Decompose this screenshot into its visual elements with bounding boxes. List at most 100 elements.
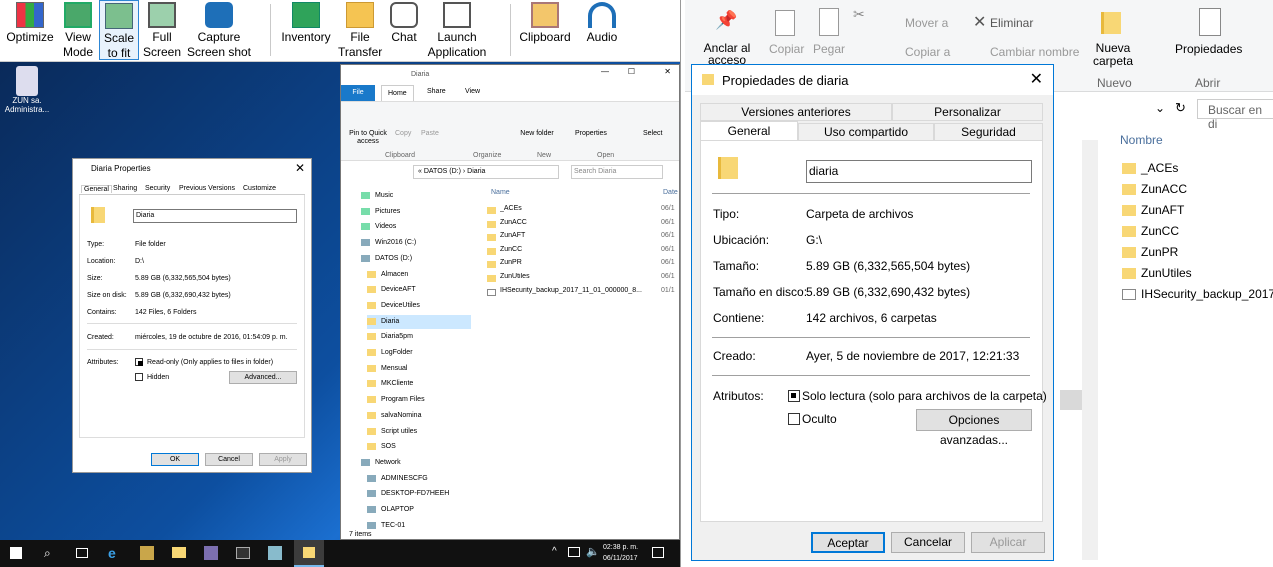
- audio-button[interactable]: Audio: [580, 0, 624, 60]
- tab-sharing[interactable]: Uso compartido: [798, 123, 934, 141]
- properties-button[interactable]: Properties: [575, 130, 607, 137]
- file-row[interactable]: _ACEs 06/1: [487, 205, 679, 218]
- nav-item[interactable]: Script utiles: [367, 425, 471, 439]
- cut-icon[interactable]: ✂: [853, 6, 865, 23]
- tab-home[interactable]: Home: [381, 85, 414, 101]
- nav-item[interactable]: ADMINESCFG: [367, 472, 471, 486]
- full-screen-button[interactable]: Full Screen: [142, 0, 182, 60]
- file-transfer-button[interactable]: File Transfer: [338, 0, 382, 60]
- ok-button[interactable]: OK: [151, 453, 199, 466]
- clock-time[interactable]: 02:38 p. m.: [603, 544, 638, 551]
- copy-to-button[interactable]: Copiar a: [905, 45, 950, 59]
- accept-button[interactable]: Aceptar: [811, 532, 885, 553]
- column-name[interactable]: Name: [491, 189, 510, 196]
- file-row[interactable]: ZunCC: [1118, 221, 1273, 241]
- file-row[interactable]: ZunCC 06/1: [487, 246, 679, 259]
- copy-button[interactable]: Copiar: [769, 42, 804, 56]
- folder-name-field[interactable]: Diaria: [133, 209, 297, 223]
- file-row[interactable]: ZunAFT: [1118, 200, 1273, 220]
- tab-file[interactable]: File: [341, 85, 375, 101]
- tab-general[interactable]: General: [700, 121, 798, 141]
- nav-item[interactable]: LogFolder: [367, 346, 471, 360]
- address-bar[interactable]: « DATOS (D:) › Diaria: [413, 165, 559, 179]
- close-icon[interactable]: ✕: [664, 67, 671, 76]
- new-folder-button[interactable]: Nueva carpeta: [1091, 42, 1135, 68]
- ie-icon[interactable]: e: [108, 545, 116, 561]
- file-row[interactable]: IHSecurity_backup_2017_: [1118, 284, 1273, 304]
- tab-share[interactable]: Share: [427, 88, 446, 95]
- nav-item[interactable]: Music: [361, 189, 471, 203]
- pin-button[interactable]: Pin to Quick access: [345, 130, 391, 146]
- tab-previous-versions[interactable]: Previous Versions: [179, 185, 235, 192]
- maximize-icon[interactable]: ☐: [628, 67, 635, 76]
- file-row[interactable]: ZunPR: [1118, 242, 1273, 262]
- apply-button[interactable]: Apply: [259, 453, 307, 466]
- file-row[interactable]: ZunACC 06/1: [487, 219, 679, 232]
- nav-item[interactable]: Diaria: [367, 314, 471, 329]
- search-icon[interactable]: ⌕: [44, 546, 51, 561]
- tools-icon[interactable]: [140, 546, 154, 560]
- select-button[interactable]: Select: [643, 130, 662, 137]
- network-icon[interactable]: [568, 547, 580, 557]
- chat-button[interactable]: Chat: [384, 0, 424, 60]
- file-row[interactable]: ZunPR 06/1: [487, 259, 679, 272]
- tray-up-icon[interactable]: ^: [552, 546, 557, 557]
- pin-quick-access-button[interactable]: Anclar al acceso rápido: [699, 42, 755, 64]
- scale-to-fit-button[interactable]: Scale to fit: [99, 0, 139, 60]
- nav-item[interactable]: TEC-01: [367, 519, 471, 533]
- hidden-checkbox[interactable]: [135, 373, 143, 381]
- tab-general[interactable]: General: [81, 185, 112, 193]
- nav-item[interactable]: Mensual: [367, 362, 471, 376]
- desktop-icon-admin[interactable]: ZUN sa. Administra...: [2, 66, 52, 114]
- apply-button[interactable]: Aplicar: [971, 532, 1045, 553]
- paste-button[interactable]: Pegar: [813, 42, 845, 56]
- clock-date[interactable]: 06/11/2017: [603, 555, 638, 562]
- windows-start-icon[interactable]: [10, 547, 22, 559]
- notifications-icon[interactable]: [652, 547, 664, 558]
- task-view-icon[interactable]: [76, 548, 88, 558]
- cmd-icon[interactable]: [236, 547, 250, 559]
- local-column-name[interactable]: Nombre: [1120, 133, 1163, 147]
- nav-item[interactable]: SOS: [367, 440, 471, 454]
- file-explorer-taskbar-icon[interactable]: [172, 547, 186, 558]
- refresh-icon[interactable]: ↻: [1175, 100, 1186, 116]
- tab-customize[interactable]: Personalizar: [892, 103, 1043, 121]
- advanced-options-button[interactable]: Opciones avanzadas...: [916, 409, 1032, 447]
- volume-icon[interactable]: 🔈: [586, 545, 600, 558]
- readonly-checkbox[interactable]: [788, 390, 800, 402]
- tab-customize[interactable]: Customize: [243, 185, 276, 192]
- nav-item[interactable]: Diaria5pm: [367, 330, 471, 344]
- address-dropdown-icon[interactable]: ⌄: [1155, 101, 1165, 115]
- properties-button[interactable]: Propiedades: [1175, 42, 1242, 56]
- search-input[interactable]: Search Diaria: [571, 165, 663, 179]
- file-row[interactable]: _ACEs: [1118, 158, 1273, 178]
- nav-item[interactable]: DeviceUtiles: [367, 299, 471, 313]
- local-nav-scrollbar[interactable]: [1082, 140, 1098, 560]
- nav-item[interactable]: Almacen: [367, 268, 471, 282]
- close-icon[interactable]: ✕: [1030, 69, 1043, 89]
- new-folder-button[interactable]: New folder: [519, 130, 555, 138]
- inventory-button[interactable]: Inventory: [278, 0, 334, 60]
- file-row[interactable]: IHSecurity_backup_2017_11_01_000000_8...…: [487, 287, 679, 300]
- nav-item[interactable]: Program Files: [367, 393, 471, 407]
- nav-item[interactable]: DESKTOP-FD7HEEH: [367, 487, 471, 501]
- file-row[interactable]: ZunACC: [1118, 179, 1273, 199]
- nav-item[interactable]: Win2016 (C:): [361, 236, 471, 250]
- move-to-button[interactable]: Mover a: [905, 16, 948, 30]
- paste-button[interactable]: Paste: [421, 130, 439, 137]
- capture-screenshot-button[interactable]: Capture Screen shot: [186, 0, 252, 60]
- tab-security[interactable]: Seguridad: [934, 123, 1043, 141]
- nav-item[interactable]: Network: [361, 456, 471, 470]
- search-input[interactable]: Buscar en di: [1197, 99, 1273, 131]
- tab-view[interactable]: View: [465, 88, 480, 95]
- nav-item[interactable]: Videos: [361, 220, 471, 234]
- column-date[interactable]: Date: [663, 189, 678, 196]
- nav-item[interactable]: OLAPTOP: [367, 503, 471, 517]
- cancel-button[interactable]: Cancelar: [891, 532, 965, 553]
- close-icon[interactable]: ✕: [295, 161, 305, 175]
- nav-item[interactable]: Pictures: [361, 205, 471, 219]
- nav-item[interactable]: MKCliente: [367, 377, 471, 391]
- file-row[interactable]: ZunUtiles 06/1: [487, 273, 679, 286]
- file-row[interactable]: ZunUtiles: [1118, 263, 1273, 283]
- app-icon[interactable]: [268, 546, 282, 560]
